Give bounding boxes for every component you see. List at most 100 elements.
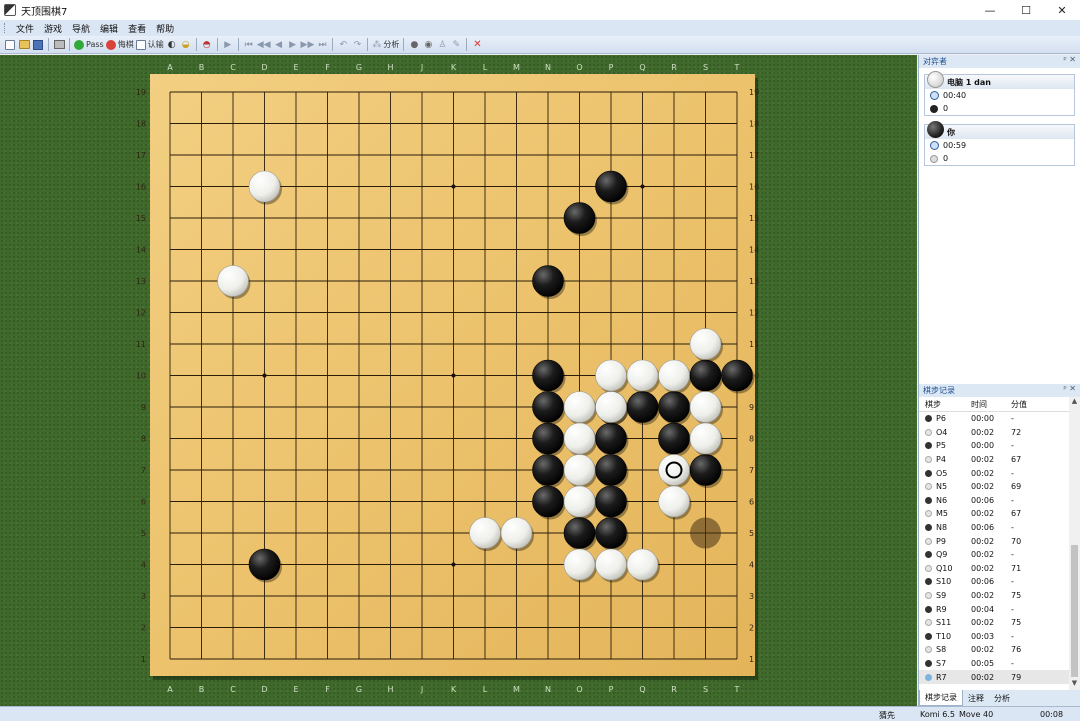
white-stone[interactable] [595, 391, 627, 423]
white-stone[interactable] [563, 454, 596, 486]
new-file-button[interactable] [4, 38, 16, 52]
back-button[interactable]: ◀ [273, 38, 285, 52]
white-stone[interactable] [595, 548, 627, 581]
clock-button[interactable]: ◓ [201, 38, 213, 52]
hint-button[interactable]: ◐ [166, 38, 178, 52]
first-move-button[interactable]: ⏮ [243, 38, 255, 52]
move-log-row[interactable]: P6 00:00 - [919, 412, 1069, 426]
analyze-button[interactable]: ⁂ 分析 [372, 38, 399, 52]
black-stone[interactable] [626, 391, 659, 423]
black-stone[interactable] [658, 391, 690, 423]
pen-button[interactable]: ✎ [450, 38, 462, 52]
forward-fast-button[interactable]: ▶▶ [301, 38, 315, 52]
black-stone[interactable] [248, 548, 281, 581]
move-log-row[interactable]: Q10 00:02 71 [919, 562, 1069, 576]
tools-button[interactable]: ◒ [180, 38, 192, 52]
white-stone[interactable] [658, 485, 690, 518]
black-stone[interactable] [532, 485, 564, 518]
white-stone[interactable] [689, 328, 722, 360]
white-stone[interactable] [563, 422, 596, 455]
save-button[interactable] [32, 38, 44, 52]
white-stone[interactable] [563, 485, 596, 518]
back-fast-button[interactable]: ◀◀ [257, 38, 271, 52]
move-log-row[interactable]: S7 00:05 - [919, 657, 1069, 671]
black-stone[interactable] [532, 391, 564, 423]
black-stone[interactable] [595, 485, 627, 518]
menu-view[interactable]: 查看 [123, 22, 151, 35]
white-stone[interactable] [689, 391, 722, 423]
menu-game[interactable]: 游戏 [39, 22, 67, 35]
move-log-row[interactable]: P5 00:00 - [919, 439, 1069, 453]
last-move-button[interactable]: ⏭ [316, 38, 328, 52]
undo-button[interactable]: 悔棋 [105, 38, 134, 52]
scroll-thumb[interactable] [1071, 545, 1078, 677]
black-stone[interactable] [689, 359, 722, 392]
move-log-row[interactable]: S11 00:02 75 [919, 616, 1069, 630]
move-log-row[interactable]: T10 00:03 - [919, 630, 1069, 644]
black-stone[interactable] [532, 265, 564, 297]
move-log-row[interactable]: N8 00:06 - [919, 521, 1069, 535]
white-stone[interactable] [626, 359, 659, 392]
white-stone[interactable] [658, 359, 690, 392]
globe-button[interactable]: ◉ [422, 38, 434, 52]
lock-button[interactable]: ♙ [436, 38, 448, 52]
pass-button[interactable]: Pass [74, 38, 104, 52]
menu-edit[interactable]: 编辑 [95, 22, 123, 35]
go-board[interactable]: AABBCCDDEEFFGGHHJJKKLLMMNNOOPPQQRRSSTT1 1… [0, 55, 917, 706]
move-log-row[interactable]: N6 00:06 - [919, 494, 1069, 508]
black-stone[interactable] [595, 517, 627, 549]
white-stone[interactable] [595, 359, 627, 392]
menu-help[interactable]: 帮助 [151, 22, 179, 35]
menu-file[interactable]: 文件 [11, 22, 39, 35]
move-log-row[interactable]: Q9 00:02 - [919, 548, 1069, 562]
scroll-up-icon[interactable]: ▲ [1069, 397, 1080, 408]
black-stone[interactable] [563, 202, 596, 234]
move-log-row[interactable]: N5 00:02 69 [919, 480, 1069, 494]
white-stone[interactable] [217, 265, 249, 297]
black-stone[interactable] [689, 454, 722, 486]
white-stone[interactable] [689, 422, 722, 455]
black-stone[interactable] [721, 359, 753, 392]
move-log-row[interactable]: M5 00:02 67 [919, 507, 1069, 521]
black-stone[interactable] [532, 359, 564, 392]
black-stone[interactable] [595, 422, 627, 455]
move-log-row[interactable]: O4 00:02 72 [919, 426, 1069, 440]
move-log-row[interactable]: S9 00:02 75 [919, 589, 1069, 603]
play-button[interactable]: ▶ [222, 38, 234, 52]
scroll-down-icon[interactable]: ▼ [1069, 679, 1080, 690]
panel-controls[interactable]: ᵖ ✕ [1063, 55, 1076, 64]
tab-comments[interactable]: 注释 [963, 690, 989, 706]
close-button[interactable]: ✕ [1044, 0, 1080, 20]
white-stone[interactable] [563, 391, 596, 423]
panel-controls[interactable]: ᵖ ✕ [1063, 384, 1076, 393]
open-button[interactable] [18, 38, 30, 52]
menu-navigate[interactable]: 导航 [67, 22, 95, 35]
move-log-row[interactable]: S8 00:02 76 [919, 643, 1069, 657]
resign-button[interactable]: 认输 [135, 38, 164, 52]
white-stone[interactable] [500, 517, 533, 549]
delete-button[interactable]: ✕ [471, 38, 483, 52]
move-log-row[interactable]: P4 00:02 67 [919, 453, 1069, 467]
black-stone[interactable] [658, 422, 690, 455]
white-stone[interactable] [469, 517, 501, 549]
white-stone[interactable] [563, 548, 596, 581]
print-button[interactable] [53, 38, 65, 52]
white-stone[interactable] [658, 454, 690, 486]
move-log-row[interactable]: S10 00:06 - [919, 575, 1069, 589]
move-log-row[interactable]: R7 00:02 79 [919, 670, 1069, 684]
move-log-row[interactable]: O5 00:02 - [919, 466, 1069, 480]
black-stone[interactable] [563, 517, 596, 549]
move-log-row[interactable]: R9 00:04 - [919, 602, 1069, 616]
move-log-row[interactable]: P9 00:02 70 [919, 534, 1069, 548]
redo-edit-button[interactable]: ↷ [351, 38, 363, 52]
maximize-button[interactable]: ☐ [1008, 0, 1044, 20]
move-log-scrollbar[interactable]: ▲ ▼ [1069, 397, 1080, 690]
column-score[interactable]: 分值 [1011, 399, 1051, 410]
tab-analysis[interactable]: 分析 [989, 690, 1015, 706]
black-stone[interactable] [595, 170, 627, 203]
column-move[interactable]: 棋步 [919, 399, 971, 410]
undo-edit-button[interactable]: ↶ [337, 38, 349, 52]
tab-move-log[interactable]: 棋步记录 [919, 690, 963, 706]
black-stone[interactable] [595, 454, 627, 486]
column-time[interactable]: 时间 [971, 399, 1011, 410]
